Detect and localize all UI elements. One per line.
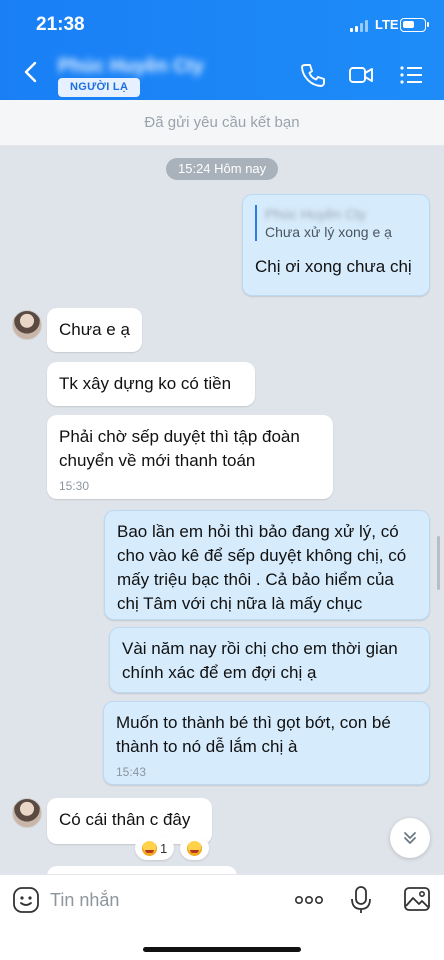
- incoming-message[interactable]: [47, 866, 237, 874]
- contact-name[interactable]: Phúc Huyền Cty: [58, 56, 204, 78]
- message-text: Muốn to thành bé thì gọt bớt, con bé thà…: [116, 713, 391, 756]
- friend-request-banner: Đã gửi yêu cầu kết bạn: [0, 100, 444, 146]
- message-text: Bao lần em hỏi thì bảo đang xử lý, có ch…: [117, 522, 407, 613]
- time-divider: 15:24 Hôm nay: [166, 158, 279, 180]
- chevron-down-icon: [404, 832, 416, 844]
- home-indicator: [143, 947, 301, 952]
- message-text: Tk xây dựng ko có tiền: [59, 374, 232, 393]
- quoted-message[interactable]: Phúc Huyền Cty Chưa xử lý xong e ạ: [255, 205, 417, 241]
- laugh-emoji-icon: [142, 840, 157, 856]
- network-label: LTE: [375, 17, 399, 32]
- message-input[interactable]: [50, 885, 270, 915]
- laugh-emoji-icon: [187, 840, 203, 856]
- signal-icon: [350, 20, 370, 32]
- battery-level: [403, 21, 414, 28]
- message-time: 15:43: [116, 765, 147, 779]
- incoming-message[interactable]: Chưa e ạ: [47, 308, 142, 352]
- chat-area[interactable]: 15:24 Hôm nay Phúc Huyền Cty Chưa xử lý …: [0, 146, 444, 874]
- status-time: 21:38: [36, 14, 85, 35]
- message-reactions[interactable]: 1: [135, 836, 210, 860]
- mic-icon[interactable]: [350, 885, 372, 915]
- avatar[interactable]: [12, 798, 42, 828]
- reaction-count: 1: [160, 840, 168, 856]
- outgoing-message[interactable]: Muốn to thành bé thì gọt bớt, con bé thà…: [103, 701, 430, 785]
- avatar[interactable]: [12, 310, 42, 340]
- incoming-message[interactable]: Tk xây dựng ko có tiền: [47, 362, 255, 406]
- add-reaction-button[interactable]: [180, 836, 210, 860]
- outgoing-message[interactable]: Phúc Huyền Cty Chưa xử lý xong e ạ Chị ơ…: [242, 194, 430, 296]
- image-icon[interactable]: [403, 886, 431, 912]
- menu-icon[interactable]: [398, 62, 424, 88]
- scrollbar[interactable]: [437, 536, 440, 590]
- chat-header: 21:38 LTE Phúc Huyền Cty NGƯỜI LẠ: [0, 0, 444, 100]
- outgoing-message[interactable]: Bao lần em hỏi thì bảo đang xử lý, có ch…: [104, 510, 430, 620]
- scroll-to-bottom-button[interactable]: [390, 818, 430, 858]
- message-text: Vài năm nay rồi chị cho em thời gian chí…: [122, 639, 398, 682]
- outgoing-message[interactable]: Vài năm nay rồi chị cho em thời gian chí…: [109, 627, 430, 693]
- video-call-icon[interactable]: [348, 62, 374, 88]
- back-icon[interactable]: [22, 60, 40, 84]
- message-text: Chị ơi xong chưa chị: [255, 257, 412, 276]
- message-input-bar: [0, 874, 444, 960]
- stranger-badge: NGƯỜI LẠ: [58, 78, 141, 97]
- reaction-chip[interactable]: 1: [135, 836, 175, 860]
- message-text: Phải chờ sếp duyệt thì tập đoàn chuyển v…: [59, 427, 300, 470]
- battery-icon: [400, 18, 429, 32]
- message-text: Chưa e ạ: [59, 320, 130, 339]
- message-text: Có cái thân c đây: [59, 810, 191, 829]
- incoming-message[interactable]: Phải chờ sếp duyệt thì tập đoàn chuyển v…: [47, 415, 333, 499]
- quote-sender: Phúc Huyền Cty: [265, 206, 367, 222]
- message-time: 15:30: [59, 479, 90, 493]
- phone-icon[interactable]: [300, 62, 326, 88]
- emoji-icon[interactable]: [12, 886, 40, 914]
- more-icon[interactable]: [294, 890, 324, 910]
- quote-text: Chưa xử lý xong e ạ: [265, 224, 392, 240]
